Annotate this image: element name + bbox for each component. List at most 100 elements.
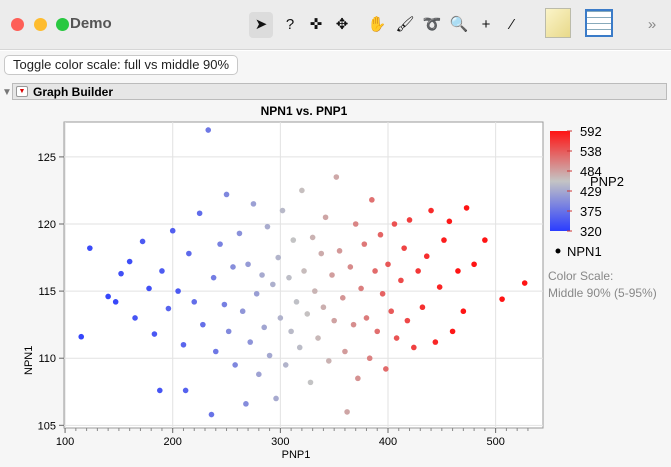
data-point (385, 261, 391, 268)
color-scale-bar (550, 131, 570, 231)
data-point (352, 221, 359, 227)
data-point (304, 311, 311, 317)
data-point (388, 308, 395, 315)
data-point (247, 339, 254, 345)
graph-builder-title: Graph Builder (33, 85, 114, 99)
data-point (441, 237, 447, 243)
data-point (299, 187, 305, 194)
data-point (307, 379, 314, 386)
data-point (279, 207, 286, 214)
data-point (315, 335, 321, 341)
data-point (223, 191, 230, 198)
data-point (391, 221, 398, 227)
data-point (361, 241, 368, 247)
data-point (159, 268, 165, 274)
data-point (312, 288, 318, 294)
color-scale-tick-label: 320 (580, 224, 602, 239)
brush-icon[interactable]: 🖌 (393, 12, 417, 38)
data-point (393, 335, 400, 341)
ruler-icon[interactable]: ⁄ (500, 12, 524, 38)
y-tick-label: 115 (38, 286, 56, 298)
data-point (347, 264, 354, 270)
data-point (419, 304, 426, 311)
data-point (436, 284, 443, 290)
data-point (191, 299, 198, 305)
data-point (301, 268, 307, 274)
data-point (336, 248, 343, 254)
data-point (256, 371, 262, 378)
data-point (146, 285, 152, 292)
data-point (331, 317, 337, 324)
data-point (230, 264, 236, 270)
data-point (217, 241, 223, 247)
overflow-chevron-icon[interactable]: » (640, 12, 664, 38)
journal-icon[interactable] (545, 8, 571, 38)
data-point (363, 315, 370, 321)
data-point (236, 230, 243, 237)
data-point (210, 274, 217, 281)
zoom-button[interactable] (56, 18, 69, 31)
data-point (239, 308, 246, 315)
data-point (374, 328, 381, 335)
lasso-icon[interactable]: ➰ (420, 12, 444, 38)
data-point (126, 258, 133, 265)
data-point (366, 355, 373, 362)
data-point (344, 409, 350, 415)
crosshair-move-icon[interactable]: ✥ (330, 12, 354, 38)
data-point (277, 315, 284, 321)
data-point (175, 288, 181, 294)
data-point (342, 348, 348, 355)
data-point (309, 234, 316, 241)
data-point (250, 201, 257, 207)
data-point (259, 272, 265, 278)
data-point (339, 295, 346, 301)
data-point (499, 296, 505, 302)
data-point (78, 333, 85, 340)
data-point (225, 328, 232, 335)
help-icon[interactable]: ? (278, 12, 302, 38)
scatter-chart: NPN1 vs. PNP1 100 200 300 400 500 105 110 115 12… (23, 104, 657, 461)
data-point (186, 250, 192, 257)
data-point (200, 321, 206, 328)
color-scale-tick-label: 592 (580, 124, 602, 139)
data-point (355, 375, 361, 382)
data-point (243, 401, 249, 407)
data-point (296, 344, 303, 351)
red-triangle-menu-icon[interactable]: ▼ (16, 86, 28, 97)
y-tick-label: 110 (38, 353, 56, 365)
selection-icon[interactable]: ✜ (304, 12, 328, 38)
data-point (482, 237, 488, 243)
data-point (369, 197, 375, 203)
data-point (404, 317, 411, 324)
color-scale-tick-label: 538 (580, 144, 602, 159)
y-axis-label: NPN1 (23, 346, 35, 375)
toggle-color-scale-button[interactable]: Toggle color scale: full vs middle 90% (4, 55, 239, 75)
plot-frame (63, 121, 544, 429)
data-point (261, 324, 268, 331)
x-tick-label: 300 (271, 436, 289, 448)
data-point (325, 358, 332, 364)
data-point (169, 227, 176, 234)
crosshair-icon[interactable]: + (474, 12, 498, 38)
data-point (377, 231, 384, 238)
data-point (270, 281, 276, 288)
data-point (471, 261, 477, 268)
data-point (358, 285, 364, 292)
data-point (105, 293, 111, 300)
marker-legend-label: NPN1 (567, 244, 602, 259)
color-scale-title: PNP2 (590, 174, 624, 189)
x-tick-label: 100 (56, 436, 74, 448)
arrow-icon[interactable]: ➤ (249, 12, 273, 38)
data-point (329, 272, 335, 278)
hand-icon[interactable]: ✋ (365, 12, 389, 38)
close-button[interactable] (11, 18, 24, 31)
data-point (379, 290, 386, 297)
x-tick-label: 400 (379, 436, 397, 448)
data-point (245, 261, 251, 268)
magnifier-icon[interactable]: 🔍 (447, 12, 471, 38)
y-tick-label: 125 (38, 152, 56, 164)
data-table-icon[interactable] (585, 9, 613, 37)
minimize-button[interactable] (34, 18, 47, 31)
disclosure-triangle-icon[interactable]: ▼ (2, 87, 12, 98)
data-point (266, 352, 273, 359)
